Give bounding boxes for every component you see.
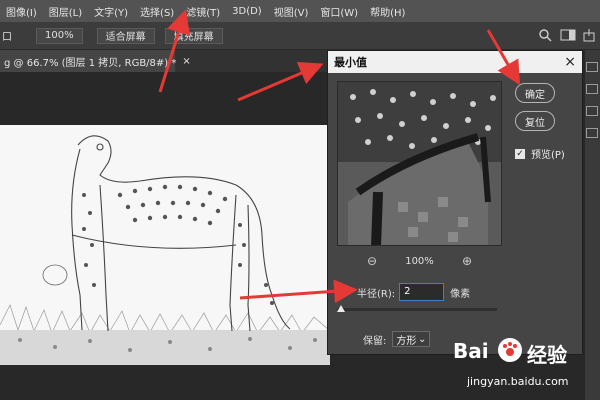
preserve-select[interactable]: 方形 ⌄: [392, 331, 431, 347]
menu-window[interactable]: 窗口(W): [314, 4, 364, 19]
menu-select[interactable]: 选择(S): [134, 4, 180, 19]
minimum-filter-dialog: 最小值 × ⊖ 100% ⊕ 确定 复位 ✓ 预览(P) 半径(R): 2 像素…: [327, 50, 583, 355]
close-icon[interactable]: ×: [564, 54, 576, 70]
document-tab-close[interactable]: ×: [182, 56, 190, 67]
share-icon[interactable]: [582, 28, 596, 45]
radius-row: 半径(R): 2 像素: [337, 283, 470, 301]
document-tab-title: g @ 66.7% (图层 1 拷贝, RGB/8#) *: [4, 57, 177, 69]
radius-label: 半径(R):: [357, 288, 396, 300]
dialog-title-bar[interactable]: 最小值 ×: [328, 51, 582, 73]
menu-bar: 图像(I) 图层(L) 文字(Y) 选择(S) 滤镜(T) 3D(D) 视图(V…: [0, 0, 600, 22]
menu-type[interactable]: 文字(Y): [88, 4, 134, 19]
preview-zoom-row: ⊖ 100% ⊕: [337, 254, 502, 268]
panel-icon[interactable]: [586, 106, 598, 116]
panel-icon[interactable]: [586, 62, 598, 72]
baidu-url: jingyan.baidu.com: [467, 375, 569, 388]
paw-icon: [497, 337, 523, 367]
cheetah-sketch: [0, 125, 330, 365]
zoom-out-icon[interactable]: ⊖: [367, 254, 377, 268]
baidu-watermark: Bai 经验 jingyan.baidu.com: [445, 325, 595, 395]
menu-help[interactable]: 帮助(H): [364, 4, 411, 19]
document-image[interactable]: [0, 125, 330, 365]
ok-button[interactable]: 确定: [515, 83, 555, 103]
document-tab[interactable]: g @ 66.7% (图层 1 拷贝, RGB/8#) * ×: [0, 50, 191, 72]
preview-checkbox[interactable]: ✓ 预览(P): [515, 146, 565, 161]
baidu-logo-suffix: 经验: [527, 343, 567, 367]
radius-unit: 像素: [450, 288, 471, 300]
menu-layer[interactable]: 图层(L): [43, 4, 88, 19]
slider-thumb[interactable]: [337, 305, 345, 312]
fit-screen-button[interactable]: 适合屏幕: [96, 27, 155, 44]
options-left-label: 口: [2, 32, 12, 43]
options-bar: 口 100% 适合屏幕 填充屏幕: [0, 22, 600, 50]
zoom-in-icon[interactable]: ⊕: [462, 254, 472, 268]
panel-icon[interactable]: [586, 128, 598, 138]
radius-input[interactable]: 2: [399, 283, 445, 301]
preview-image: [338, 82, 501, 245]
document-tab-bar: g @ 66.7% (图层 1 拷贝, RGB/8#) * ×: [0, 50, 330, 72]
baidu-logo-prefix: Bai: [453, 339, 489, 363]
menu-view[interactable]: 视图(V): [268, 4, 315, 19]
menu-image[interactable]: 图像(I): [0, 4, 43, 19]
preserve-row: 保留: 方形 ⌄: [363, 331, 431, 347]
workspace-icon[interactable]: [560, 29, 576, 44]
search-icon[interactable]: [538, 28, 552, 45]
chevron-down-icon: ⌄: [417, 333, 427, 345]
fill-screen-button[interactable]: 填充屏幕: [164, 27, 223, 44]
dialog-title: 最小值: [334, 56, 367, 69]
menu-3d[interactable]: 3D(D): [226, 6, 268, 17]
preview-zoom-level: 100%: [405, 255, 434, 267]
panel-icon[interactable]: [586, 84, 598, 94]
menu-filter[interactable]: 滤镜(T): [180, 4, 226, 19]
filter-preview[interactable]: [337, 81, 502, 246]
preserve-label: 保留:: [363, 335, 387, 347]
preserve-select-value: 方形: [396, 335, 417, 347]
zoom-100-button[interactable]: 100%: [36, 27, 83, 44]
reset-button[interactable]: 复位: [515, 111, 555, 131]
radius-slider[interactable]: [337, 305, 497, 312]
preview-checkbox-label: 预览(P): [531, 150, 565, 161]
checkmark-icon[interactable]: ✓: [515, 148, 525, 159]
